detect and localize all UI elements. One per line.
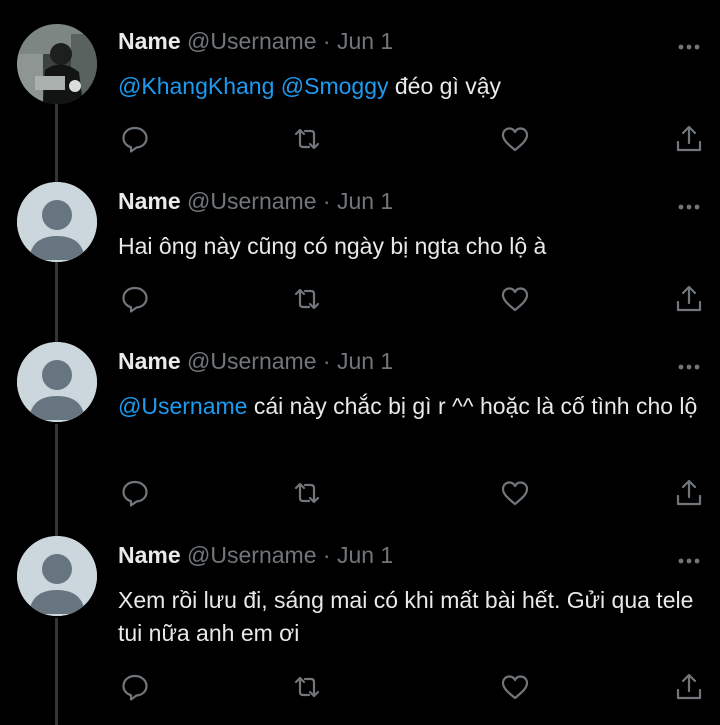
tweet-body: cái này chắc bị gì r ^^ hoặc là cố tình … xyxy=(253,393,698,419)
separator: · xyxy=(322,188,331,214)
tweet-date[interactable]: Jun 1 xyxy=(337,348,393,374)
avatar[interactable] xyxy=(17,342,97,422)
tweet-text: @KhangKhang @Smoggy đéo gì vậy xyxy=(118,70,708,103)
retweet-icon[interactable] xyxy=(292,478,322,508)
tweet-text: Hai ông này cũng có ngày bị ngta cho lộ … xyxy=(118,230,708,263)
like-icon[interactable] xyxy=(500,284,530,314)
reply-icon[interactable] xyxy=(120,478,150,508)
tweet-body: đéo gì vậy xyxy=(394,73,502,99)
tweet-date[interactable]: Jun 1 xyxy=(337,188,393,214)
username-handle[interactable]: @Username xyxy=(187,28,316,54)
mention-link[interactable]: @Username xyxy=(118,393,247,419)
username-handle[interactable]: @Username xyxy=(187,542,316,568)
more-icon[interactable] xyxy=(677,552,701,564)
share-icon[interactable] xyxy=(674,124,704,154)
tweet-actions xyxy=(0,124,720,154)
tweet-text: @Username cái này chắc bị gì r ^^ hoặc l… xyxy=(118,390,708,423)
avatar[interactable] xyxy=(17,536,97,616)
separator: · xyxy=(322,348,331,374)
retweet-icon[interactable] xyxy=(292,284,322,314)
reply-icon[interactable] xyxy=(120,284,150,314)
separator: · xyxy=(322,28,331,54)
tweet-actions xyxy=(0,672,720,702)
display-name[interactable]: Name xyxy=(118,28,181,54)
tweet-header: Name @Username · Jun 1 xyxy=(118,26,393,56)
tweet-date[interactable]: Jun 1 xyxy=(337,28,393,54)
tweet-actions xyxy=(0,478,720,508)
tweet[interactable]: Name @Username · Jun 1 @KhangKhang @Smog… xyxy=(0,0,720,170)
tweet[interactable]: Name @Username · Jun 1 Hai ông này cũng … xyxy=(0,160,720,330)
avatar[interactable] xyxy=(17,24,97,104)
username-handle[interactable]: @Username xyxy=(187,188,316,214)
tweet-header: Name @Username · Jun 1 xyxy=(118,540,393,570)
reply-icon[interactable] xyxy=(120,672,150,702)
mention-link[interactable]: @KhangKhang xyxy=(118,73,274,99)
share-icon[interactable] xyxy=(674,284,704,314)
tweet-header: Name @Username · Jun 1 xyxy=(118,346,393,376)
share-icon[interactable] xyxy=(674,478,704,508)
display-name[interactable]: Name xyxy=(118,542,181,568)
avatar[interactable] xyxy=(17,182,97,262)
tweet-body: Xem rồi lưu đi, sáng mai có khi mất bài … xyxy=(118,587,694,646)
separator: · xyxy=(322,542,331,568)
retweet-icon[interactable] xyxy=(292,124,322,154)
display-name[interactable]: Name xyxy=(118,188,181,214)
more-icon[interactable] xyxy=(677,198,701,210)
tweet-date[interactable]: Jun 1 xyxy=(337,542,393,568)
more-icon[interactable] xyxy=(677,358,701,370)
reply-icon[interactable] xyxy=(120,124,150,154)
tweet-body: Hai ông này cũng có ngày bị ngta cho lộ … xyxy=(118,233,547,259)
tweet-text: Xem rồi lưu đi, sáng mai có khi mất bài … xyxy=(118,584,708,650)
tweet[interactable]: Name @Username · Jun 1 @Username cái này… xyxy=(0,320,720,520)
like-icon[interactable] xyxy=(500,124,530,154)
like-icon[interactable] xyxy=(500,478,530,508)
tweet-actions xyxy=(0,284,720,314)
share-icon[interactable] xyxy=(674,672,704,702)
display-name[interactable]: Name xyxy=(118,348,181,374)
more-icon[interactable] xyxy=(677,38,701,50)
tweet-header: Name @Username · Jun 1 xyxy=(118,186,393,216)
tweet[interactable]: Name @Username · Jun 1 Xem rồi lưu đi, s… xyxy=(0,514,720,725)
username-handle[interactable]: @Username xyxy=(187,348,316,374)
conversation-thread: Name @Username · Jun 1 @KhangKhang @Smog… xyxy=(0,0,720,725)
retweet-icon[interactable] xyxy=(292,672,322,702)
mention-link[interactable]: @Smoggy xyxy=(281,73,389,99)
like-icon[interactable] xyxy=(500,672,530,702)
